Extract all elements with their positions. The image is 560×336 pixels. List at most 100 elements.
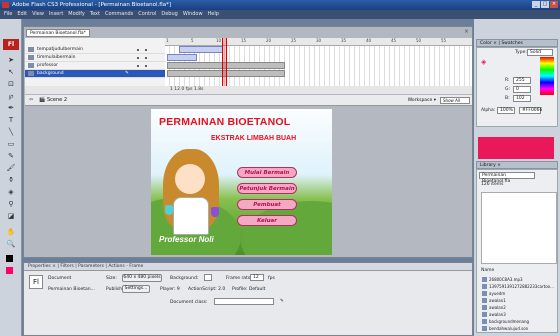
subselection-tool-icon[interactable]: ↖ [6,67,16,77]
text-tool-icon[interactable]: T [6,115,16,125]
hand-tool-icon[interactable]: ✋ [6,227,16,237]
document-icon: Fl [29,275,43,289]
library-item[interactable]: 26800C8A3.mp3 [481,276,557,283]
menu-help[interactable]: Help [208,10,219,19]
library-item[interactable]: ayuedm [481,290,557,297]
pen-tool-icon[interactable]: ✒ [6,103,16,113]
blue-field[interactable]: 102 [513,95,531,102]
menu-commands[interactable]: Commands [105,10,133,19]
sound-icon [482,326,487,331]
color-panel-tabs[interactable]: Color × | Swatches [476,39,558,47]
menu-debug[interactable]: Debug [161,10,177,19]
motion-tween[interactable] [179,46,223,53]
properties-tabs[interactable]: Properties × | Filters | Parameters | Ac… [24,263,472,271]
timeline-panel: tempatjudulbermain timmulaibermain profe… [25,38,472,94]
timeline-frames[interactable]: 1 5 10 15 20 25 30 35 40 45 50 55 [165,38,472,86]
layer-row[interactable]: timmulaibermain [25,54,165,62]
motion-tween[interactable] [167,54,197,61]
fill-color-icon[interactable] [6,267,13,274]
document-tab[interactable]: Permainan Bioetanol.fla* [26,29,90,37]
timeline-footer: 1 12.0 fps 1.8s [25,86,472,94]
library-panel: Permainan Bioetanol.fla 126 items Name 2… [476,169,558,333]
menu-view[interactable]: View [32,10,44,19]
minimize-button[interactable]: _ [532,1,540,8]
color-spectrum[interactable] [540,57,554,95]
lock-dot-icon[interactable] [145,65,147,67]
library-name-column[interactable]: Name [481,268,494,273]
pencil-tool-icon[interactable]: ✎ [6,151,16,161]
start-game-button[interactable]: Mulai Bermain [237,167,297,178]
layer-row[interactable]: professor [25,62,165,70]
library-item[interactable]: 1397591391272882233cartoo... [481,283,557,290]
publish-label: Publish: [106,287,124,292]
document-close-icon[interactable]: × [464,28,469,35]
library-item-name: awalan2 [489,305,506,310]
pencil-edit-icon: ✎ [125,71,129,76]
zoom-select[interactable]: Show All [440,97,470,104]
visibility-dot-icon[interactable] [137,49,139,51]
lasso-tool-icon[interactable]: ℘ [6,91,16,101]
close-button[interactable]: × [550,1,558,8]
lock-dot-icon[interactable] [145,49,147,51]
visibility-dot-icon[interactable] [137,65,139,67]
size-button[interactable]: 640 x 480 pixels [122,274,162,282]
edit-pencil-icon[interactable]: ✎ [280,299,284,304]
credits-button[interactable]: Pembuat [237,199,297,210]
layer-icon [28,47,34,52]
eyedropper-tool-icon[interactable]: ⚲ [6,199,16,209]
menu-window[interactable]: Window [183,10,203,19]
hex-field[interactable]: #FF0066 [519,107,542,114]
library-item-name: backgroundmenang [489,319,530,324]
rectangle-tool-icon[interactable]: ▭ [6,139,16,149]
eraser-tool-icon[interactable]: ◪ [6,211,16,221]
menu-text[interactable]: Text [90,10,100,19]
selection-tool-icon[interactable]: ➤ [6,55,16,65]
library-doc-select[interactable]: Permainan Bioetanol.fla [479,172,535,184]
library-preview [481,192,557,264]
library-item[interactable]: awalan2 [481,304,557,311]
layer-row[interactable]: tempatjudulbermain [25,46,165,54]
stage-canvas[interactable]: PERMAINAN BIOETANOL EKSTRAK LIMBAH BUAH … [151,109,332,255]
brush-tool-icon[interactable]: 🖌 [6,163,16,173]
maximize-button[interactable]: □ [541,1,549,8]
green-field[interactable]: 0 [513,86,531,93]
visibility-dot-icon[interactable] [137,57,139,59]
library-item[interactable]: awalan1 [481,297,557,304]
back-arrow-icon[interactable]: ⇦ [29,95,33,106]
library-item[interactable]: awalan3 [481,311,557,318]
alpha-field[interactable]: 100% [497,107,515,114]
framerate-field[interactable]: 12 [250,274,264,281]
exit-button[interactable]: Keluar [237,215,297,226]
fps-label: fps [268,276,275,281]
free-transform-tool-icon[interactable]: ⊡ [6,79,16,89]
settings-button[interactable]: Settings... [122,285,150,293]
stroke-color-icon[interactable] [6,255,13,262]
library-item-name: ayuedm [489,291,506,296]
menu-modify[interactable]: Modify [68,10,85,19]
library-item[interactable]: backgroundmenang [481,318,557,325]
instructions-button[interactable]: Petunjuk Bermain [237,183,297,194]
menu-edit[interactable]: Edit [17,10,27,19]
layer-row-selected[interactable]: background ✎ [25,70,165,78]
menu-control[interactable]: Control [138,10,156,19]
layer-icon [28,71,34,76]
library-item-name: bendahwa/ujud.son [489,326,529,331]
workspace-button[interactable]: Workspace ▾ [408,95,436,106]
playhead[interactable] [222,38,227,86]
fill-bucket-icon[interactable]: ◈ [481,58,486,66]
line-tool-icon[interactable]: ╲ [6,127,16,137]
profile-label: Profile: Default [232,287,266,292]
menu-file[interactable]: File [4,10,12,19]
red-field[interactable]: 255 [513,77,531,84]
background-color-swatch[interactable] [204,274,212,281]
ink-bottle-tool-icon[interactable]: ⚱ [6,175,16,185]
fill-type-select[interactable]: Solid [527,49,553,56]
ruler-tick: 50 [416,38,422,43]
lock-dot-icon[interactable] [145,57,147,59]
library-panel-header[interactable]: Library × [476,161,558,169]
docclass-field[interactable] [214,298,274,305]
paint-bucket-tool-icon[interactable]: ◈ [6,187,16,197]
zoom-tool-icon[interactable]: 🔍 [6,239,16,249]
menu-insert[interactable]: Insert [49,10,63,19]
library-item[interactable]: bendahwa/ujud.son [481,325,557,332]
